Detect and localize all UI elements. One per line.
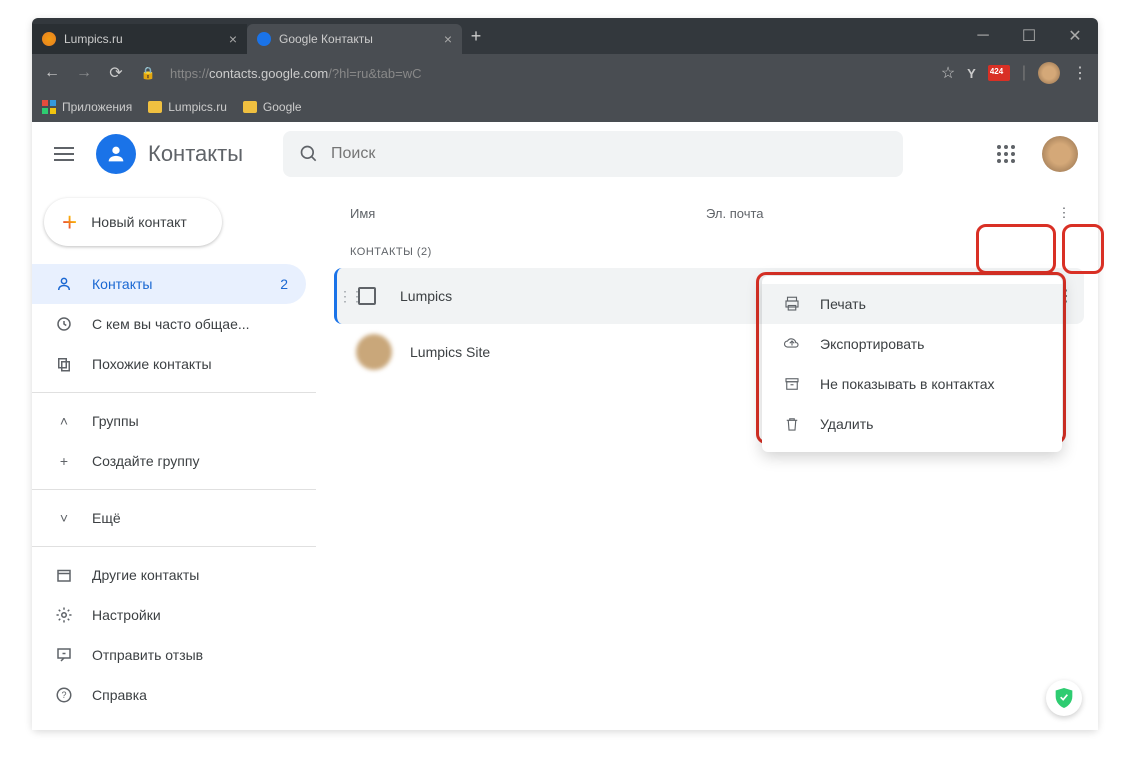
tab-title: Lumpics.ru — [64, 32, 123, 46]
close-icon[interactable]: × — [444, 31, 452, 47]
sidebar-item-groups[interactable]: ˄ Группы — [32, 401, 306, 441]
sidebar: + Новый контакт Контакты 2 С кем вы част… — [32, 186, 316, 730]
apps-icon — [42, 100, 56, 114]
context-menu: Печать Экспортировать Не показывать в ко… — [762, 276, 1062, 452]
forward-button[interactable]: → — [74, 64, 94, 82]
apps-shortcut[interactable]: Приложения — [42, 100, 132, 114]
sidebar-item-feedback[interactable]: Отправить отзыв — [32, 635, 306, 675]
separator: | — [1022, 64, 1026, 82]
sidebar-item-contacts[interactable]: Контакты 2 — [32, 264, 306, 304]
new-contact-button[interactable]: + Новый контакт — [44, 198, 222, 246]
close-icon[interactable]: × — [229, 31, 237, 47]
contacts-count: 2 — [280, 276, 288, 292]
yandex-icon[interactable]: Y — [967, 66, 976, 81]
row-checkbox[interactable] — [358, 287, 376, 305]
print-icon — [782, 295, 802, 313]
section-label: КОНТАКТЫ (2) — [334, 236, 1084, 268]
lock-icon: 🔒 — [138, 66, 158, 80]
person-icon — [54, 275, 74, 293]
person-icon — [105, 143, 127, 165]
google-contacts-favicon — [257, 32, 271, 46]
lumpics-favicon — [42, 32, 56, 46]
bookmark-google[interactable]: Google — [243, 100, 302, 114]
list-options-button[interactable]: ⋮ — [1044, 205, 1084, 221]
tab-title: Google Контакты — [279, 32, 373, 46]
reload-button[interactable]: ⟳ — [106, 63, 126, 83]
url-text[interactable]: https://contacts.google.com/?hl=ru&tab=w… — [170, 66, 929, 81]
browser-tabbar: Lumpics.ru × Google Контакты × + ─ ☐ ✕ — [32, 18, 1098, 54]
profile-avatar-icon[interactable] — [1038, 62, 1060, 84]
app-header: Контакты — [32, 122, 1098, 186]
app-title: Контакты — [148, 141, 243, 167]
drag-handle-icon[interactable]: ⋮⋮ — [338, 288, 356, 305]
close-window-button[interactable]: ✕ — [1052, 18, 1098, 54]
plus-icon: + — [54, 453, 74, 469]
new-tab-button[interactable]: + — [462, 22, 490, 50]
history-icon — [54, 315, 74, 333]
duplicate-icon — [54, 355, 74, 373]
minimize-button[interactable]: ─ — [960, 18, 1006, 54]
ctx-delete[interactable]: Удалить — [762, 404, 1062, 444]
ctx-export[interactable]: Экспортировать — [762, 324, 1062, 364]
sidebar-item-other-contacts[interactable]: Другие контакты — [32, 555, 306, 595]
bookmark-star-icon[interactable]: ☆ — [941, 63, 955, 83]
cloud-upload-icon — [782, 335, 802, 353]
chevron-up-icon: ˄ — [54, 413, 74, 429]
sidebar-item-help[interactable]: ? Справка — [32, 675, 306, 715]
svg-text:?: ? — [61, 690, 66, 700]
contact-avatar — [356, 334, 392, 370]
contact-name: Lumpics Site — [410, 344, 490, 360]
contact-name: Lumpics — [400, 288, 452, 304]
browser-tab-google-contacts[interactable]: Google Контакты × — [247, 24, 462, 54]
browser-url-bar: ← → ⟳ 🔒 https://contacts.google.com/?hl=… — [32, 54, 1098, 92]
account-avatar[interactable] — [1042, 136, 1078, 172]
browser-tab-lumpics[interactable]: Lumpics.ru × — [32, 24, 247, 54]
chevron-down-icon: ˅ — [54, 510, 74, 526]
folder-icon — [148, 101, 162, 113]
folder-icon — [243, 101, 257, 113]
trash-icon — [782, 415, 802, 433]
main-area: Имя Эл. почта ⋮ КОНТАКТЫ (2) ⋮⋮ Lumpics … — [316, 186, 1098, 730]
gear-icon — [54, 606, 74, 624]
search-icon — [299, 144, 319, 164]
search-input[interactable] — [331, 145, 887, 163]
hamburger-icon — [54, 147, 74, 161]
google-apps-button[interactable] — [986, 134, 1026, 174]
sidebar-item-more[interactable]: ˅ Ещё — [32, 498, 306, 538]
browser-menu-button[interactable]: ⋮ — [1072, 63, 1088, 83]
search-box[interactable] — [283, 131, 903, 177]
sidebar-item-create-group[interactable]: + Создайте группу — [32, 441, 306, 481]
maximize-button[interactable]: ☐ — [1006, 18, 1052, 54]
back-button[interactable]: ← — [42, 64, 62, 82]
contacts-logo — [96, 134, 136, 174]
ctx-hide[interactable]: Не показывать в контактах — [762, 364, 1062, 404]
archive-icon — [782, 375, 802, 393]
sidebar-item-frequent[interactable]: С кем вы часто общае... — [32, 304, 306, 344]
archive-icon — [54, 566, 74, 584]
help-icon: ? — [54, 686, 74, 704]
adguard-shield-icon[interactable] — [1046, 680, 1082, 716]
main-menu-button[interactable] — [44, 134, 84, 174]
bookmark-lumpics[interactable]: Lumpics.ru — [148, 100, 227, 114]
column-header: Имя Эл. почта ⋮ — [334, 190, 1084, 236]
col-name: Имя — [350, 206, 706, 221]
col-email: Эл. почта — [706, 206, 764, 221]
gmail-badge-icon[interactable]: 424 — [988, 65, 1010, 81]
bookmarks-bar: Приложения Lumpics.ru Google — [32, 92, 1098, 122]
apps-grid-icon — [997, 145, 1015, 163]
sidebar-item-settings[interactable]: Настройки — [32, 595, 306, 635]
ctx-print[interactable]: Печать — [762, 284, 1062, 324]
feedback-icon — [54, 646, 74, 664]
sidebar-item-similar[interactable]: Похожие контакты — [32, 344, 306, 384]
plus-icon: + — [62, 207, 77, 238]
